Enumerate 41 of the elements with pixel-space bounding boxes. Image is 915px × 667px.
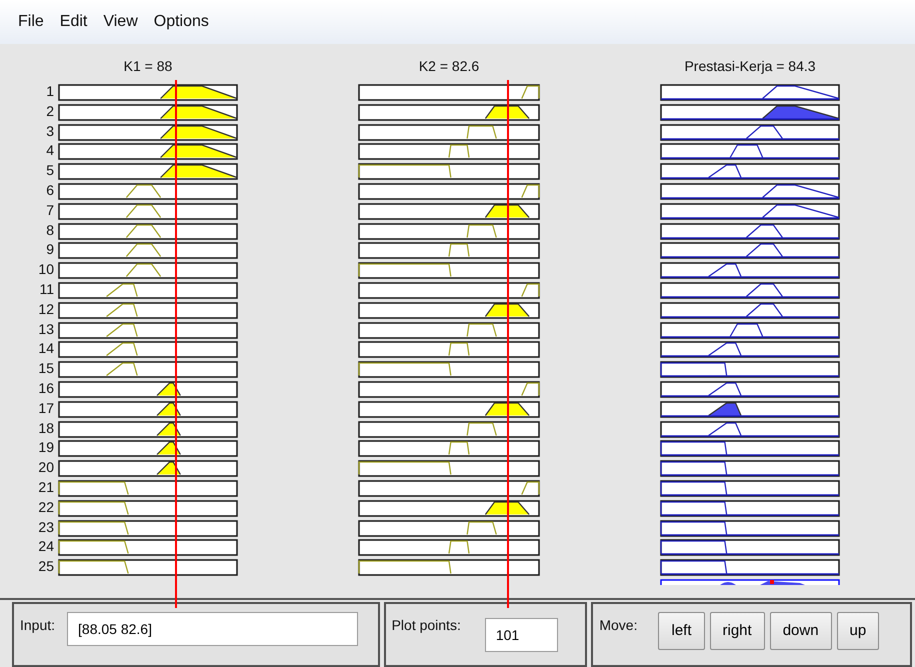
rule-number: 25 <box>37 559 55 576</box>
variable-title: K1 = 88 <box>124 58 172 76</box>
move-button[interactable]: left <box>658 612 704 650</box>
rule-number: 11 <box>38 282 55 299</box>
rule-number: 24 <box>37 539 55 556</box>
variable-title: K2 = 82.6 <box>418 58 480 76</box>
input-field[interactable]: [88.05 82.6] <box>67 612 358 646</box>
menu-item[interactable]: Edit <box>52 12 96 32</box>
move-button[interactable]: right <box>710 612 765 650</box>
variable-title: Prestasi-Kerja = 84.3 <box>684 58 816 76</box>
move-label: Move: <box>599 616 638 635</box>
rule-number: 22 <box>37 500 55 517</box>
rule-number: 23 <box>37 520 55 537</box>
input-label: Input: <box>20 616 56 635</box>
rule-number: 16 <box>37 380 55 398</box>
move-button[interactable]: down <box>770 612 832 650</box>
rule-number: 7 <box>45 202 55 220</box>
move-button[interactable]: up <box>836 612 880 650</box>
plot-points-label: Plot points: <box>392 616 461 635</box>
rule-number: 19 <box>37 440 55 458</box>
rule-number: 13 <box>37 322 55 339</box>
rule-number: 2 <box>45 104 55 121</box>
rule-number: 10 <box>37 262 55 280</box>
rule-number: 4 <box>45 143 55 160</box>
rule-number: 8 <box>45 222 55 240</box>
rule-number: 18 <box>37 420 55 438</box>
rule-number: 1 <box>45 84 55 101</box>
rule-number: 12 <box>37 302 55 319</box>
menu-item[interactable]: Options <box>146 12 217 32</box>
menu-item[interactable]: File <box>10 12 52 32</box>
rule-number: 3 <box>45 124 55 141</box>
rule-number: 21 <box>37 480 55 497</box>
menu-item[interactable]: View <box>95 12 146 32</box>
rule-number: 6 <box>45 182 55 200</box>
rule-number: 15 <box>37 361 55 378</box>
plot-points-field[interactable]: 101 <box>484 618 558 652</box>
rule-number: 17 <box>37 400 55 418</box>
rule-number: 20 <box>37 460 55 478</box>
rule-number: 9 <box>45 242 55 260</box>
rule-number: 5 <box>45 163 55 180</box>
rule-number: 14 <box>37 341 55 358</box>
